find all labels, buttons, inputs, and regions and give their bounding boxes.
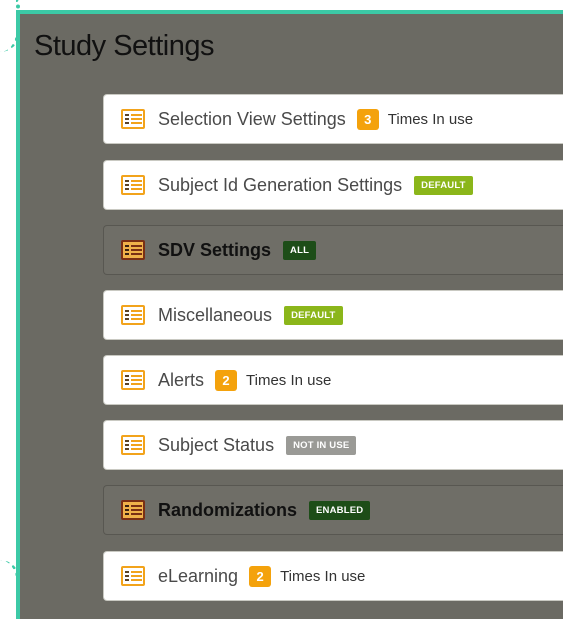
- setting-row-subject-id-generation[interactable]: Subject Id Generation Settings DEFAULT: [103, 160, 563, 210]
- usage-text: Times In use: [387, 110, 474, 128]
- setting-row-miscellaneous[interactable]: Miscellaneous DEFAULT: [103, 290, 563, 340]
- status-badge: DEFAULT: [284, 305, 343, 325]
- setting-row-subject-status[interactable]: Subject Status NOT IN USE: [103, 420, 563, 470]
- usage-count-badge: 3: [356, 108, 379, 130]
- usage-text: Times In use: [246, 371, 332, 389]
- status-badge: DEFAULT: [414, 175, 473, 195]
- usage-count-badge: 2: [215, 369, 238, 391]
- setting-label: SDV Settings: [158, 239, 272, 260]
- list-panel-icon: [121, 566, 145, 586]
- list-panel-icon: [121, 240, 145, 260]
- setting-label: Miscellaneous: [158, 304, 273, 325]
- setting-label: Randomizations: [158, 499, 298, 520]
- list-panel-icon: [121, 500, 145, 520]
- setting-label: eLearning: [158, 565, 239, 586]
- status-badge: NOT IN USE: [286, 435, 357, 455]
- usage-count-badge: 2: [249, 565, 272, 587]
- setting-row-elearning[interactable]: eLearning 2 Times In use: [103, 551, 563, 601]
- setting-label: Alerts: [158, 369, 205, 390]
- setting-label: Selection View Settings: [158, 108, 346, 129]
- setting-label: Subject Id Generation Settings: [158, 174, 403, 195]
- list-panel-icon: [121, 370, 145, 390]
- setting-label: Subject Status: [158, 434, 275, 455]
- list-panel-icon: [121, 435, 145, 455]
- list-panel-icon: [121, 305, 145, 325]
- setting-row-selection-view[interactable]: Selection View Settings 3 Times In use: [103, 94, 563, 144]
- setting-row-alerts[interactable]: Alerts 2 Times In use: [103, 355, 563, 405]
- status-badge: ENABLED: [309, 500, 371, 520]
- list-panel-icon: [121, 109, 145, 129]
- setting-row-sdv[interactable]: SDV Settings ALL: [103, 225, 563, 275]
- page-title: Study Settings: [34, 30, 215, 62]
- list-panel-icon: [121, 175, 145, 195]
- status-badge: ALL: [283, 240, 317, 260]
- setting-row-randomizations[interactable]: Randomizations ENABLED: [103, 485, 563, 535]
- study-settings-panel: Study Settings Selection View Settings 3…: [16, 10, 563, 619]
- usage-text: Times In use: [280, 567, 366, 585]
